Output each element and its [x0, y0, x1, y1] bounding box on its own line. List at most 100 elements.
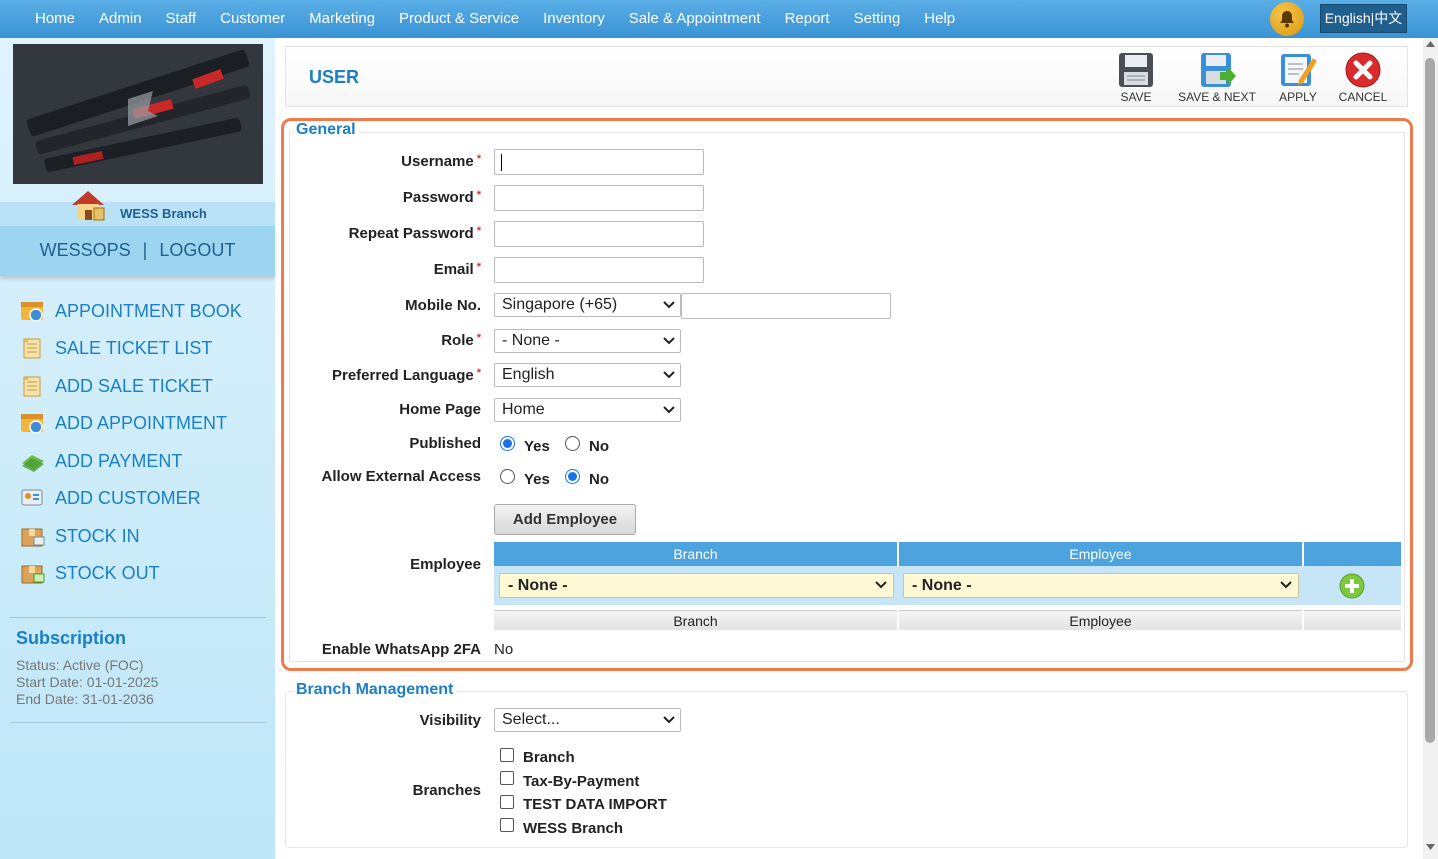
- top-nav: Home Admin Staff Customer Marketing Prod…: [0, 0, 1438, 38]
- notification-bell-icon[interactable]: [1270, 2, 1304, 36]
- password-field[interactable]: [494, 185, 704, 211]
- action-column-header: [1304, 542, 1401, 566]
- role-select[interactable]: - None -: [494, 329, 681, 353]
- appointment-book-icon: [21, 302, 43, 322]
- branch-checkbox-tax-by-payment[interactable]: [500, 771, 514, 785]
- save-icon: [1119, 53, 1153, 87]
- add-employee-button[interactable]: Add Employee: [494, 504, 636, 535]
- employee-select[interactable]: - None -: [903, 573, 1299, 598]
- sidebar-item-label: ADD APPOINTMENT: [55, 412, 228, 433]
- username-link[interactable]: WESSOPS: [40, 240, 131, 260]
- employee-column-header: Employee: [899, 542, 1302, 566]
- save-next-label: SAVE & NEXT: [1178, 90, 1256, 104]
- language-switch[interactable]: English|中文: [1320, 4, 1407, 33]
- cancel-button[interactable]: CANCEL: [1336, 52, 1390, 104]
- branch-checkbox-test-data-import[interactable]: [500, 795, 514, 809]
- nav-inventory[interactable]: Inventory: [531, 0, 617, 38]
- username-label: Username *: [401, 153, 481, 170]
- email-field[interactable]: [494, 257, 704, 283]
- page-title: USER: [309, 67, 360, 87]
- mobile-country-select[interactable]: Singapore (+65): [494, 293, 681, 317]
- branch-option-label: TEST DATA IMPORT: [523, 796, 667, 813]
- stock-out-icon: [21, 565, 45, 584]
- brand-banner-image: [13, 44, 263, 184]
- password-label: Password *: [402, 189, 481, 206]
- nav-customer[interactable]: Customer: [208, 0, 297, 38]
- add-appointment-icon: [21, 414, 43, 434]
- sidebar-item-sale-ticket-list[interactable]: SALE TICKET LIST: [20, 335, 212, 361]
- subscription-title: Subscription: [16, 628, 127, 648]
- preferred-language-select[interactable]: English: [494, 363, 681, 387]
- mobile-label: Mobile No.: [405, 297, 481, 314]
- published-yes-label: Yes: [524, 438, 550, 455]
- sidebar-item-label: ADD PAYMENT: [55, 450, 183, 471]
- visibility-select[interactable]: Select...: [494, 708, 681, 732]
- top-menu: Home Admin Staff Customer Marketing Prod…: [23, 0, 967, 38]
- page-header: USER SAVE SAVE & NEXT APPLY CANCEL: [285, 46, 1408, 107]
- sidebar-item-label: ADD SALE TICKET: [55, 375, 213, 396]
- sidebar-item-label: ADD CUSTOMER: [55, 487, 201, 508]
- nav-sale-appointment[interactable]: Sale & Appointment: [617, 0, 773, 38]
- sidebar-item-add-payment[interactable]: ADD PAYMENT: [20, 448, 182, 474]
- nav-setting[interactable]: Setting: [842, 0, 913, 38]
- external-no-label: No: [589, 471, 609, 488]
- published-no-label: No: [589, 438, 609, 455]
- add-row-icon[interactable]: [1339, 573, 1365, 599]
- branches-label: Branches: [412, 782, 481, 799]
- branch-checkbox-branch[interactable]: [500, 748, 514, 762]
- subscription-end: End Date: 31-01-2036: [16, 691, 154, 707]
- sidebar-item-add-appointment[interactable]: ADD APPOINTMENT: [20, 410, 227, 436]
- nav-product-service[interactable]: Product & Service: [387, 0, 531, 38]
- sidebar-item-appointment-book[interactable]: APPOINTMENT BOOK: [20, 298, 242, 324]
- external-access-label: Allow External Access: [321, 468, 481, 485]
- branch-management-legend: Branch Management: [293, 681, 457, 699]
- scroll-up-icon[interactable]: [1426, 40, 1435, 47]
- email-label: Email *: [433, 261, 481, 278]
- external-no-radio[interactable]: [565, 469, 580, 484]
- published-no-radio[interactable]: [565, 436, 580, 451]
- action-column-footer: [1304, 610, 1401, 630]
- repeat-password-field[interactable]: [494, 221, 704, 247]
- apply-icon: [1281, 54, 1317, 86]
- mobile-number-field[interactable]: [681, 293, 891, 319]
- save-next-button[interactable]: SAVE & NEXT: [1174, 52, 1260, 104]
- apply-button[interactable]: APPLY: [1276, 52, 1320, 104]
- chevron-down-icon: [663, 337, 675, 345]
- branch-column-header: Branch: [494, 542, 897, 566]
- branch-checkbox-wess-branch[interactable]: [500, 818, 514, 832]
- sidebar-item-label: APPOINTMENT BOOK: [55, 300, 242, 321]
- home-branch-icon: [72, 191, 105, 221]
- visibility-label: Visibility: [419, 712, 481, 729]
- username-field[interactable]: [494, 149, 704, 175]
- employee-branch-select[interactable]: - None -: [499, 573, 894, 598]
- whatsapp-2fa-value: No: [494, 641, 514, 658]
- chevron-down-icon: [663, 371, 675, 379]
- published-yes-radio[interactable]: [500, 436, 515, 451]
- user-bar: WESSOPS | LOGOUT: [0, 226, 275, 276]
- text-caret: [501, 154, 502, 171]
- sidebar-item-stock-out[interactable]: STOCK OUT: [20, 560, 160, 586]
- add-payment-icon: [22, 455, 44, 472]
- nav-marketing[interactable]: Marketing: [297, 0, 387, 38]
- logout-link[interactable]: LOGOUT: [159, 240, 235, 260]
- home-page-select[interactable]: Home: [494, 398, 681, 422]
- chevron-down-icon: [663, 301, 675, 309]
- sidebar-item-stock-in[interactable]: STOCK IN: [20, 523, 140, 549]
- chevron-down-icon: [1280, 581, 1292, 589]
- nav-help[interactable]: Help: [912, 0, 967, 38]
- scrollbar-thumb[interactable]: [1425, 58, 1435, 743]
- sidebar-item-add-sale-ticket[interactable]: ADD SALE TICKET: [20, 373, 213, 399]
- save-label: SAVE: [1120, 90, 1152, 104]
- save-button[interactable]: SAVE: [1116, 52, 1156, 104]
- nav-home[interactable]: Home: [23, 0, 87, 38]
- nav-report[interactable]: Report: [773, 0, 842, 38]
- user-separator: |: [142, 240, 148, 260]
- add-sale-ticket-icon: [22, 376, 41, 397]
- scroll-down-icon[interactable]: [1426, 844, 1435, 851]
- nav-admin[interactable]: Admin: [87, 0, 154, 38]
- general-legend: General: [293, 121, 359, 139]
- employee-column-footer: Employee: [899, 610, 1302, 630]
- external-yes-radio[interactable]: [500, 469, 515, 484]
- nav-staff[interactable]: Staff: [154, 0, 209, 38]
- sidebar-item-add-customer[interactable]: ADD CUSTOMER: [20, 485, 201, 511]
